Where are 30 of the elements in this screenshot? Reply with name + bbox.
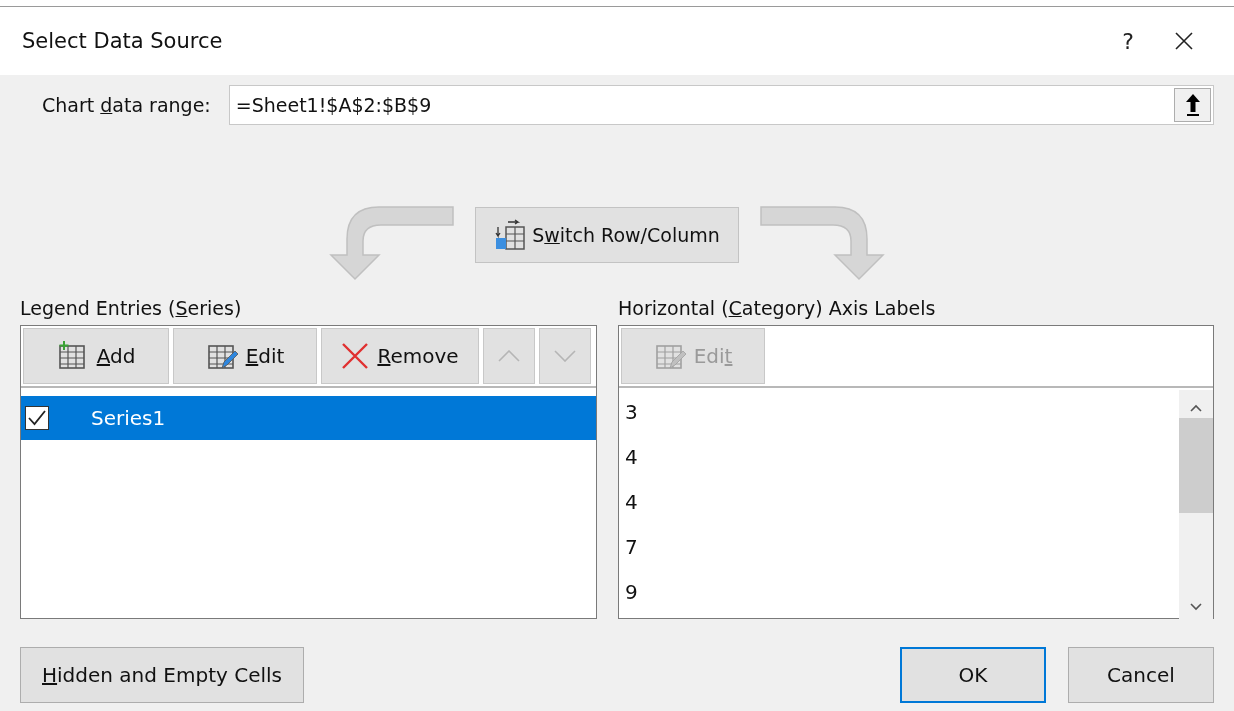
legend-entries-label: Legend Entries (Series) (20, 297, 243, 319)
chevron-up-icon (498, 350, 520, 362)
checkbox[interactable] (25, 406, 49, 430)
axis-label-item: 9 (624, 580, 639, 606)
window-title: Select Data Source (22, 29, 224, 53)
edit-button[interactable]: Edit (173, 328, 317, 384)
switch-row-column-button[interactable]: Switch Row/Column (475, 207, 739, 263)
help-button[interactable]: ? (1100, 21, 1156, 61)
axis-label-item: 7 (624, 535, 639, 561)
series-row[interactable]: Series1 (21, 396, 597, 440)
axis-label-item: 4 (624, 490, 639, 516)
series-name: Series1 (91, 406, 166, 430)
dialog-button[interactable]: OK (900, 647, 1046, 703)
chevron-down-icon (1190, 603, 1202, 611)
axis-label-item: 3 (624, 400, 639, 426)
switch-table-icon (494, 219, 527, 251)
axis-labels-label: Horizontal (Category) Axis Labels (618, 297, 937, 319)
axis-label-item: 4 (624, 445, 639, 471)
dialog-button[interactable]: Hidden and Empty Cells (20, 647, 304, 703)
remove-button[interactable]: Remove (321, 328, 479, 384)
curved-arrow-icon (758, 205, 885, 281)
range-label: Chart data range: (42, 94, 211, 116)
dialog-button[interactable]: Cancel (1068, 647, 1214, 703)
chevron-up-icon (1190, 404, 1202, 412)
close-icon (1175, 32, 1193, 50)
curved-arrow-icon (329, 205, 456, 281)
add-button[interactable]: Add (23, 328, 169, 384)
chevron-down-icon (554, 350, 576, 362)
close-icon (341, 342, 370, 370)
check-icon (28, 410, 46, 426)
